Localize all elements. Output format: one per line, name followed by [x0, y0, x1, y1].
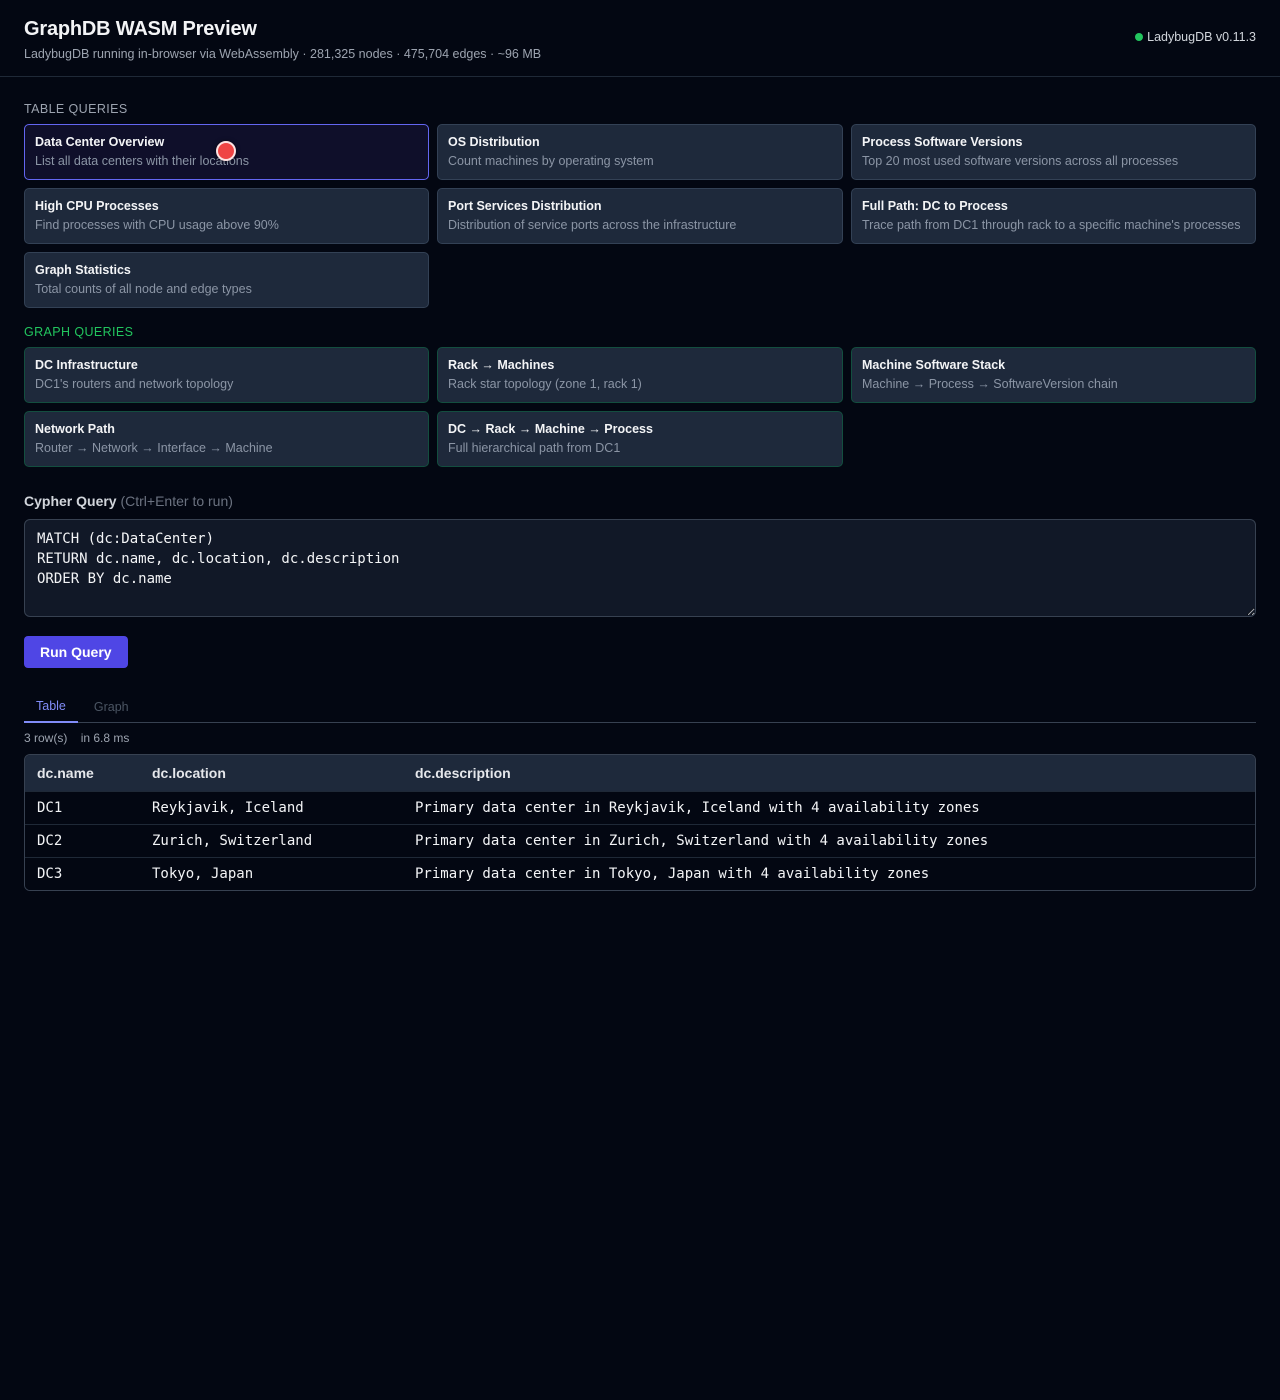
result-tabs: Table Graph	[24, 692, 1256, 723]
card-description: Trace path from DC1 through rack to a sp…	[862, 218, 1241, 232]
table-row: DC3 Tokyo, Japan Primary data center in …	[25, 857, 1255, 890]
version-label: LadybugDB v0.11.3	[1147, 30, 1256, 44]
query-card-full-path[interactable]: Full Path: DC to Process Trace path from…	[851, 188, 1256, 244]
graph-queries-grid: DC Infrastructure DC1's routers and netw…	[24, 347, 1256, 467]
card-description: Full hierarchical path from DC1	[448, 441, 621, 455]
results-table: dc.name dc.location dc.description DC1 R…	[25, 755, 1255, 890]
graph-queries-heading: GRAPH QUERIES	[24, 325, 134, 339]
table-header-row: dc.name dc.location dc.description	[25, 755, 1255, 791]
table-cell: Zurich, Switzerland	[152, 832, 313, 849]
card-description: Top 20 most used software versions acros…	[862, 154, 1179, 168]
query-card-process-software-versions[interactable]: Process Software Versions Top 20 most us…	[851, 124, 1256, 180]
card-title: Rack → Machines	[448, 358, 555, 372]
table-row: DC1 Reykjavik, Iceland Primary data cent…	[25, 791, 1255, 824]
column-header: dc.name	[37, 764, 94, 781]
table-cell: DC3	[37, 865, 63, 882]
query-card-dc-infrastructure[interactable]: DC Infrastructure DC1's routers and netw…	[24, 347, 429, 403]
table-cell: Primary data center in Zurich, Switzerla…	[415, 832, 989, 849]
table-cell: Primary data center in Tokyo, Japan with…	[415, 865, 930, 882]
query-card-rack-machines[interactable]: Rack → Machines Rack star topology (zone…	[437, 347, 843, 403]
table-cell: Primary data center in Reykjavik, Icelan…	[415, 799, 980, 816]
card-title: Port Services Distribution	[448, 199, 602, 213]
tab-table[interactable]: Table	[24, 692, 78, 723]
card-title: DC Infrastructure	[35, 358, 138, 372]
status-dot-icon	[1135, 33, 1144, 41]
main-content: TABLE QUERIES Data Center Overview List …	[0, 102, 1280, 891]
app-subtitle: LadybugDB running in-browser via WebAsse…	[24, 47, 542, 61]
card-description: Rack star topology (zone 1, rack 1)	[448, 377, 642, 391]
table-cell: Reykjavik, Iceland	[152, 799, 304, 816]
card-title: Full Path: DC to Process	[862, 199, 1008, 213]
cypher-query-label: Cypher Query (Ctrl+Enter to run)	[24, 493, 1256, 509]
mouse-cursor-indicator	[216, 141, 236, 161]
table-cell: DC2	[37, 832, 63, 849]
query-card-graph-statistics[interactable]: Graph Statistics Total counts of all nod…	[24, 252, 429, 308]
version-badge: LadybugDB v0.11.3	[1135, 30, 1256, 44]
card-description: DC1's routers and network topology	[35, 377, 234, 391]
query-card-network-path[interactable]: Network Path Router → Network → Interfac…	[24, 411, 429, 467]
table-cell: DC1	[37, 799, 63, 816]
table-row: DC2 Zurich, Switzerland Primary data cen…	[25, 824, 1255, 857]
table-cell: Tokyo, Japan	[152, 865, 254, 882]
card-description: Total counts of all node and edge types	[35, 282, 252, 296]
card-description: Machine → Process → SoftwareVersion chai…	[862, 377, 1118, 391]
table-queries-grid: Data Center Overview List all data cente…	[24, 124, 1256, 308]
card-description: Distribution of service ports across the…	[448, 218, 737, 232]
cypher-hint: (Ctrl+Enter to run)	[120, 493, 233, 509]
cypher-query-editor[interactable]	[24, 519, 1256, 617]
cypher-label-text: Cypher Query	[24, 493, 117, 509]
table-queries-heading: TABLE QUERIES	[24, 102, 128, 116]
card-title: Machine Software Stack	[862, 358, 1006, 372]
query-card-high-cpu-processes[interactable]: High CPU Processes Find processes with C…	[24, 188, 429, 244]
card-title: Process Software Versions	[862, 135, 1023, 149]
query-time: in 6.8 ms	[80, 731, 130, 745]
card-description: Count machines by operating system	[448, 154, 654, 168]
query-card-port-services-distribution[interactable]: Port Services Distribution Distribution …	[437, 188, 843, 244]
column-header: dc.description	[415, 764, 511, 781]
results-table-container: dc.name dc.location dc.description DC1 R…	[24, 754, 1256, 891]
card-title: DC → Rack → Machine → Process	[448, 422, 653, 436]
column-header: dc.location	[152, 764, 226, 781]
card-description: Find processes with CPU usage above 90%	[35, 218, 279, 232]
result-meta: 3 row(s) in 6.8 ms	[24, 731, 1256, 745]
card-title: High CPU Processes	[35, 199, 159, 213]
card-description: Router → Network → Interface → Machine	[35, 441, 273, 455]
run-query-button[interactable]: Run Query	[24, 636, 128, 668]
query-card-os-distribution[interactable]: OS Distribution Count machines by operat…	[437, 124, 843, 180]
app-header: GraphDB WASM Preview LadybugDB running i…	[0, 0, 1280, 77]
card-title: Graph Statistics	[35, 263, 131, 277]
query-card-machine-software-stack[interactable]: Machine Software Stack Machine → Process…	[851, 347, 1256, 403]
row-count: 3 row(s)	[24, 731, 68, 745]
card-title: Network Path	[35, 422, 115, 436]
app-title: GraphDB WASM Preview	[24, 18, 257, 40]
card-title: OS Distribution	[448, 135, 540, 149]
tab-graph[interactable]: Graph	[78, 692, 141, 723]
query-card-dc-rack-machine-process[interactable]: DC → Rack → Machine → Process Full hiera…	[437, 411, 843, 467]
